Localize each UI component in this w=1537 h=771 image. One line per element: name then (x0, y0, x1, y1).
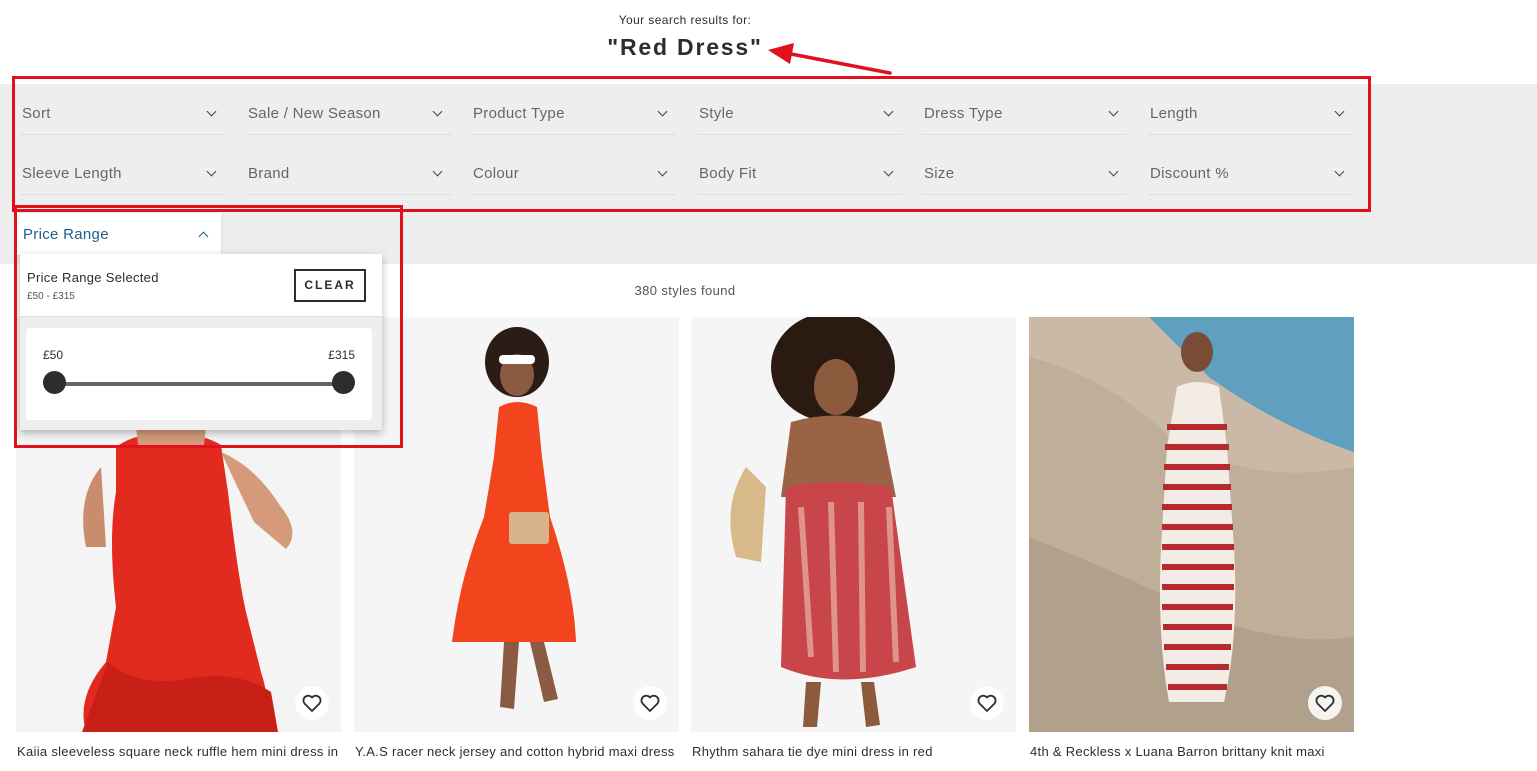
chevron-down-icon (1334, 166, 1345, 177)
chevron-up-icon (198, 231, 209, 241)
clear-button[interactable]: CLEAR (294, 269, 366, 302)
filter-label: Brand (248, 165, 290, 182)
wishlist-button[interactable] (970, 686, 1004, 720)
filter-label: Style (699, 105, 734, 122)
product-title[interactable]: Y.A.S racer neck jersey and cotton hybri… (355, 744, 691, 759)
filter-label: Size (924, 165, 955, 182)
filter-label: Body Fit (699, 165, 757, 182)
slider-selected-range (54, 382, 344, 386)
product-image[interactable] (1029, 317, 1354, 732)
price-range-selected-label: Price Range Selected (27, 270, 159, 285)
filter-label: Price Range (23, 225, 109, 243)
slider-max-label: £315 (328, 348, 355, 362)
wishlist-button[interactable] (633, 686, 667, 720)
filter-product-type[interactable]: Product Type (471, 93, 676, 135)
price-range-selected-value: £50 - £315 (27, 291, 75, 302)
filter-label: Sleeve Length (22, 165, 122, 182)
filter-label: Product Type (473, 105, 565, 122)
price-range-slider-card: £50 £315 (26, 328, 372, 420)
filter-price-range[interactable]: Price Range (16, 213, 221, 255)
chevron-down-icon (432, 166, 443, 177)
heart-icon (1315, 694, 1335, 712)
filter-sort[interactable]: Sort (20, 93, 225, 135)
filter-colour[interactable]: Colour (471, 153, 676, 195)
filter-label: Discount % (1150, 165, 1229, 182)
filter-label: Dress Type (924, 105, 1003, 122)
annotation-arrow-icon (768, 43, 892, 75)
chevron-down-icon (657, 166, 668, 177)
product-image[interactable] (691, 317, 1016, 732)
chevron-down-icon (432, 106, 443, 117)
filter-brand[interactable]: Brand (246, 153, 451, 195)
wishlist-button[interactable] (1308, 686, 1342, 720)
filter-discount[interactable]: Discount % (1148, 153, 1353, 195)
chevron-down-icon (883, 106, 894, 117)
chevron-down-icon (206, 166, 217, 177)
search-results-prefix: Your search results for: (618, 13, 752, 27)
price-range-slider[interactable] (43, 382, 355, 386)
wishlist-button[interactable] (295, 686, 329, 720)
heart-icon (640, 694, 660, 712)
filter-label: Colour (473, 165, 519, 182)
product-title[interactable]: Kaiia sleeveless square neck ruffle hem … (17, 744, 353, 759)
filter-size[interactable]: Size (922, 153, 1127, 195)
filter-body-fit[interactable]: Body Fit (697, 153, 902, 195)
heart-icon (302, 694, 322, 712)
filter-length[interactable]: Length (1148, 93, 1353, 135)
chevron-down-icon (1108, 166, 1119, 177)
search-query-title: "Red Dress" (607, 34, 763, 60)
slider-max-handle[interactable] (332, 371, 355, 394)
price-range-summary: Price Range Selected £50 - £315 CLEAR (20, 254, 382, 317)
filter-style[interactable]: Style (697, 93, 902, 135)
filter-sale-new-season[interactable]: Sale / New Season (246, 93, 451, 135)
slider-min-handle[interactable] (43, 371, 66, 394)
heart-icon (977, 694, 997, 712)
chevron-down-icon (206, 106, 217, 117)
chevron-down-icon (1108, 106, 1119, 117)
filter-label: Sale / New Season (248, 105, 381, 122)
product-image[interactable] (354, 317, 679, 732)
slider-min-label: £50 (43, 348, 64, 362)
chevron-down-icon (657, 106, 668, 117)
chevron-down-icon (883, 166, 894, 177)
filter-label: Length (1150, 105, 1198, 122)
filter-label: Sort (22, 105, 51, 122)
filter-dress-type[interactable]: Dress Type (922, 93, 1127, 135)
product-title[interactable]: Rhythm sahara tie dye mini dress in red (692, 744, 1028, 759)
price-range-dropdown: Price Range Selected £50 - £315 CLEAR £5… (20, 254, 382, 430)
chevron-down-icon (1334, 106, 1345, 117)
product-title[interactable]: 4th & Reckless x Luana Barron brittany k… (1030, 744, 1366, 759)
filter-sleeve-length[interactable]: Sleeve Length (20, 153, 225, 195)
